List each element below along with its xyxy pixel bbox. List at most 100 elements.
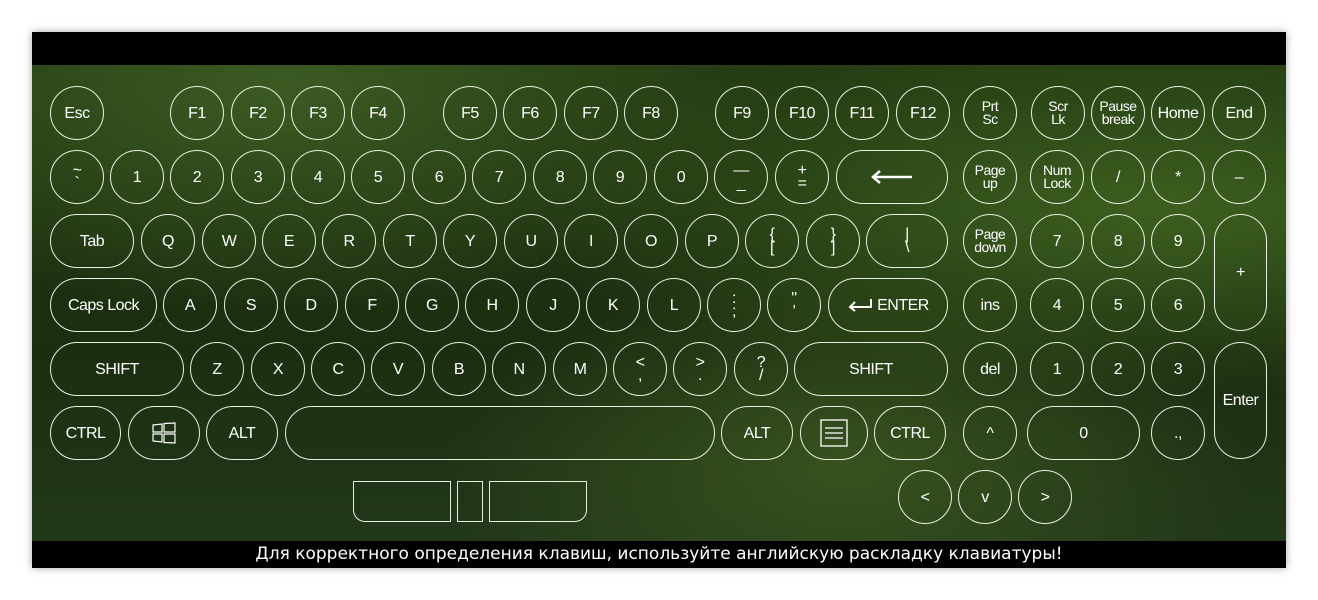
- key-enter[interactable]: ENTER: [828, 278, 948, 332]
- key-alt-right[interactable]: ALT: [721, 406, 793, 460]
- key-f5[interactable]: F5: [443, 86, 497, 140]
- key-shift-right[interactable]: SHIFT: [794, 342, 948, 396]
- key-bracket-left[interactable]: { [: [745, 214, 799, 268]
- key-num-8[interactable]: 8: [1091, 214, 1145, 268]
- key-ctrl-right[interactable]: CTRL: [874, 406, 946, 460]
- key-space[interactable]: [285, 406, 715, 460]
- key-num-0[interactable]: 0: [1027, 406, 1140, 460]
- key-scroll-lock[interactable]: Scr Lk: [1031, 86, 1085, 140]
- key-l[interactable]: L: [647, 278, 701, 332]
- key-end[interactable]: End: [1212, 86, 1266, 140]
- key-num-multiply[interactable]: *: [1151, 150, 1205, 204]
- key-equals[interactable]: + =: [775, 150, 829, 204]
- key-h[interactable]: H: [465, 278, 519, 332]
- key-period[interactable]: > .: [673, 342, 727, 396]
- key-num-5[interactable]: 5: [1091, 278, 1145, 332]
- key-num-7[interactable]: 7: [1030, 214, 1084, 268]
- key-alt-left[interactable]: ALT: [206, 406, 278, 460]
- key-num-4[interactable]: 4: [1030, 278, 1084, 332]
- key-esc[interactable]: Esc: [50, 86, 104, 140]
- key-g[interactable]: G: [405, 278, 459, 332]
- key-num-divide[interactable]: /: [1091, 150, 1145, 204]
- key-e[interactable]: E: [262, 214, 316, 268]
- key-arrow-up[interactable]: ^: [963, 406, 1017, 460]
- key-quote[interactable]: " ': [767, 278, 821, 332]
- key-f12[interactable]: F12: [896, 86, 950, 140]
- key-backspace[interactable]: [836, 150, 948, 204]
- key-q[interactable]: Q: [141, 214, 195, 268]
- key-print-screen[interactable]: Prt Sc: [963, 86, 1017, 140]
- key-f6[interactable]: F6: [503, 86, 557, 140]
- key-f1[interactable]: F1: [170, 86, 224, 140]
- key-insert[interactable]: ins: [963, 278, 1017, 332]
- key-slash[interactable]: ? /: [734, 342, 788, 396]
- key-t[interactable]: T: [383, 214, 437, 268]
- key-m[interactable]: M: [553, 342, 607, 396]
- key-f2[interactable]: F2: [231, 86, 285, 140]
- key-1[interactable]: 1: [110, 150, 164, 204]
- key-k[interactable]: K: [586, 278, 640, 332]
- key-p[interactable]: P: [685, 214, 739, 268]
- key-o[interactable]: O: [624, 214, 678, 268]
- key-2[interactable]: 2: [170, 150, 224, 204]
- key-a[interactable]: A: [163, 278, 217, 332]
- key-page-down[interactable]: Page down: [963, 214, 1017, 268]
- key-s[interactable]: S: [224, 278, 278, 332]
- key-num-minus[interactable]: –: [1212, 150, 1266, 204]
- key-0[interactable]: 0: [654, 150, 708, 204]
- key-arrow-down[interactable]: v: [958, 470, 1012, 524]
- key-f[interactable]: F: [345, 278, 399, 332]
- key-3[interactable]: 3: [231, 150, 285, 204]
- key-r[interactable]: R: [322, 214, 376, 268]
- key-tilde[interactable]: ~ `: [50, 150, 104, 204]
- key-bracket-right[interactable]: } ]: [806, 214, 860, 268]
- key-j[interactable]: J: [526, 278, 580, 332]
- key-y[interactable]: Y: [443, 214, 497, 268]
- touchpad-left-button[interactable]: [353, 481, 451, 522]
- key-d[interactable]: D: [284, 278, 338, 332]
- touchpad-middle-button[interactable]: [457, 481, 483, 522]
- key-x[interactable]: X: [251, 342, 305, 396]
- key-7[interactable]: 7: [472, 150, 526, 204]
- key-f8[interactable]: F8: [624, 86, 678, 140]
- key-num-2[interactable]: 2: [1091, 342, 1145, 396]
- key-tab[interactable]: Tab: [50, 214, 134, 268]
- key-caps-lock[interactable]: Caps Lock: [50, 278, 157, 332]
- key-num-6[interactable]: 6: [1151, 278, 1205, 332]
- key-num-enter[interactable]: Enter: [1214, 342, 1267, 459]
- key-pause-break[interactable]: Pause break: [1091, 86, 1145, 140]
- key-windows[interactable]: [128, 406, 200, 460]
- key-num-1[interactable]: 1: [1030, 342, 1084, 396]
- key-4[interactable]: 4: [291, 150, 345, 204]
- key-f7[interactable]: F7: [564, 86, 618, 140]
- key-9[interactable]: 9: [593, 150, 647, 204]
- key-u[interactable]: U: [504, 214, 558, 268]
- key-w[interactable]: W: [202, 214, 256, 268]
- key-arrow-left[interactable]: <: [898, 470, 952, 524]
- key-num-decimal[interactable]: .,: [1151, 406, 1205, 460]
- key-b[interactable]: B: [432, 342, 486, 396]
- key-num-3[interactable]: 3: [1151, 342, 1205, 396]
- key-f3[interactable]: F3: [291, 86, 345, 140]
- key-home[interactable]: Home: [1151, 86, 1205, 140]
- key-num-9[interactable]: 9: [1151, 214, 1205, 268]
- key-6[interactable]: 6: [412, 150, 466, 204]
- key-shift-left[interactable]: SHIFT: [50, 342, 184, 396]
- key-minus[interactable]: — _: [714, 150, 768, 204]
- key-semicolon[interactable]: : ;: [707, 278, 761, 332]
- key-n[interactable]: N: [492, 342, 546, 396]
- key-f4[interactable]: F4: [351, 86, 405, 140]
- key-ctrl-left[interactable]: CTRL: [50, 406, 121, 460]
- touchpad-right-button[interactable]: [489, 481, 587, 522]
- key-8[interactable]: 8: [533, 150, 587, 204]
- key-num-lock[interactable]: Num Lock: [1030, 150, 1084, 204]
- key-comma[interactable]: < ,: [613, 342, 667, 396]
- key-backslash[interactable]: | \: [866, 214, 948, 268]
- key-arrow-right[interactable]: >: [1018, 470, 1072, 524]
- key-f9[interactable]: F9: [715, 86, 769, 140]
- key-page-up[interactable]: Page up: [963, 150, 1017, 204]
- key-i[interactable]: I: [564, 214, 618, 268]
- key-menu[interactable]: [800, 406, 868, 460]
- key-delete[interactable]: del: [963, 342, 1017, 396]
- key-f10[interactable]: F10: [775, 86, 829, 140]
